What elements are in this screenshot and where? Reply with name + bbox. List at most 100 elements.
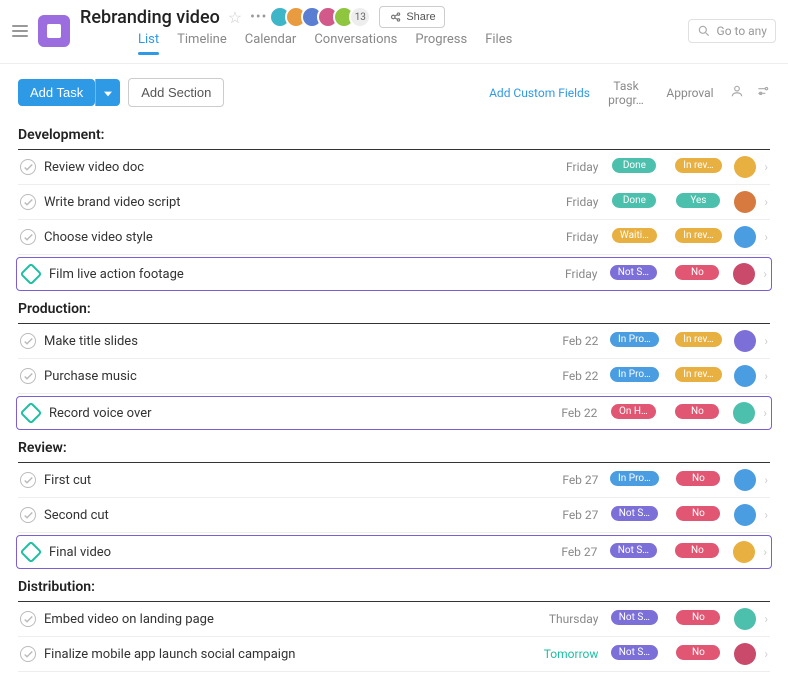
assignee-avatar[interactable]: [734, 226, 756, 248]
due-date[interactable]: Feb 27: [536, 473, 598, 487]
approval-pill[interactable]: Yes: [676, 193, 720, 208]
add-section-button[interactable]: Add Section: [128, 78, 224, 107]
assignee-avatar[interactable]: [734, 608, 756, 630]
section-title[interactable]: Distribution:: [18, 573, 770, 602]
chevron-right-icon[interactable]: ›: [763, 267, 767, 281]
chevron-right-icon[interactable]: ›: [764, 612, 768, 626]
share-button[interactable]: Share: [379, 6, 444, 28]
task-row[interactable]: Review video doc Friday Done In rev… ›: [18, 150, 770, 185]
approval-pill[interactable]: No: [675, 543, 719, 558]
progress-pill[interactable]: Waiti…: [612, 228, 657, 243]
add-custom-fields-link[interactable]: Add Custom Fields: [489, 86, 590, 100]
tab-calendar[interactable]: Calendar: [245, 28, 297, 55]
task-name[interactable]: Make title slides: [44, 334, 528, 349]
task-name[interactable]: Finalize mobile app launch social campai…: [44, 647, 528, 662]
task-name[interactable]: Film live action footage: [49, 267, 527, 282]
assignee-avatar[interactable]: [734, 191, 756, 213]
section-title[interactable]: Review:: [18, 434, 770, 463]
progress-pill[interactable]: Not S…: [611, 610, 658, 625]
progress-pill[interactable]: Not S…: [610, 543, 657, 558]
due-date[interactable]: Feb 27: [535, 545, 597, 559]
complete-checkbox[interactable]: [20, 507, 36, 523]
chevron-right-icon[interactable]: ›: [763, 406, 767, 420]
approval-pill[interactable]: No: [676, 645, 720, 660]
complete-checkbox[interactable]: [20, 159, 36, 175]
settings-icon[interactable]: [756, 84, 770, 102]
due-date[interactable]: Thursday: [536, 612, 598, 626]
approval-pill[interactable]: No: [675, 404, 719, 419]
approval-pill[interactable]: No: [675, 265, 719, 280]
approval-pill[interactable]: No: [676, 610, 720, 625]
progress-pill[interactable]: Done: [612, 193, 656, 208]
milestone-icon[interactable]: [20, 263, 43, 286]
progress-pill[interactable]: Not S…: [611, 506, 658, 521]
chevron-right-icon[interactable]: ›: [764, 473, 768, 487]
approval-pill[interactable]: In rev…: [675, 367, 721, 382]
star-icon[interactable]: ☆: [228, 8, 242, 27]
complete-checkbox[interactable]: [20, 229, 36, 245]
assignee-avatar[interactable]: [734, 504, 756, 526]
chevron-right-icon[interactable]: ›: [764, 647, 768, 661]
member-avatars[interactable]: 13: [275, 6, 371, 28]
task-name[interactable]: Record voice over: [49, 406, 527, 421]
complete-checkbox[interactable]: [20, 472, 36, 488]
project-icon[interactable]: [38, 15, 70, 47]
progress-pill[interactable]: In Pro…: [610, 471, 659, 486]
task-row[interactable]: Record voice over Feb 22 On H… No ›: [16, 396, 772, 430]
task-row[interactable]: First cutFeb 27In Pro…No›: [18, 463, 770, 498]
due-date[interactable]: Friday: [535, 267, 597, 281]
progress-pill[interactable]: Done: [612, 158, 656, 173]
add-task-button[interactable]: Add Task: [18, 79, 95, 106]
chevron-right-icon[interactable]: ›: [764, 334, 768, 348]
approval-pill[interactable]: In rev…: [675, 228, 721, 243]
progress-pill[interactable]: Not S…: [610, 265, 657, 280]
progress-pill[interactable]: On H…: [611, 404, 656, 419]
task-name[interactable]: Embed video on landing page: [44, 612, 528, 627]
task-name[interactable]: Final video: [49, 545, 527, 560]
approval-pill[interactable]: In rev…: [675, 158, 721, 173]
progress-pill[interactable]: In Pro…: [610, 332, 659, 347]
task-row[interactable]: Choose video style Friday Waiti… In rev… ›: [18, 220, 770, 255]
complete-checkbox[interactable]: [20, 646, 36, 662]
due-date[interactable]: Tomorrow: [536, 647, 598, 661]
due-date[interactable]: Feb 27: [536, 508, 598, 522]
complete-checkbox[interactable]: [20, 333, 36, 349]
assignee-avatar[interactable]: [734, 330, 756, 352]
tab-list[interactable]: List: [138, 28, 159, 55]
due-date[interactable]: Friday: [536, 230, 598, 244]
chevron-right-icon[interactable]: ›: [764, 230, 768, 244]
due-date[interactable]: Feb 22: [535, 406, 597, 420]
tab-files[interactable]: Files: [485, 28, 512, 55]
section-title[interactable]: Production:: [18, 295, 770, 324]
assignee-avatar[interactable]: [733, 402, 755, 424]
assignee-avatar[interactable]: [734, 469, 756, 491]
chevron-right-icon[interactable]: ›: [763, 545, 767, 559]
task-name[interactable]: Second cut: [44, 508, 528, 523]
task-name[interactable]: Choose video style: [44, 230, 528, 245]
column-approval[interactable]: Approval: [662, 86, 718, 100]
complete-checkbox[interactable]: [20, 194, 36, 210]
approval-pill[interactable]: In rev…: [675, 332, 721, 347]
task-row[interactable]: Film live action footage Friday Not S… No ›: [16, 257, 772, 291]
task-row[interactable]: Finalize mobile app launch social campai…: [18, 637, 770, 672]
add-task-dropdown[interactable]: [95, 79, 120, 106]
task-row[interactable]: Make title slidesFeb 22In Pro…In rev…›: [18, 324, 770, 359]
task-name[interactable]: Write brand video script: [44, 195, 528, 210]
progress-pill[interactable]: In Pro…: [610, 367, 659, 382]
complete-checkbox[interactable]: [20, 611, 36, 627]
due-date[interactable]: Friday: [536, 195, 598, 209]
tab-conversations[interactable]: Conversations: [314, 28, 397, 55]
task-row[interactable]: Purchase musicFeb 22In Pro…In rev…›: [18, 359, 770, 394]
tab-timeline[interactable]: Timeline: [177, 28, 227, 55]
due-date[interactable]: Friday: [536, 160, 598, 174]
column-progress[interactable]: Task progr…: [598, 79, 654, 107]
assignee-avatar[interactable]: [734, 156, 756, 178]
search-input[interactable]: Go to any: [688, 19, 776, 43]
approval-pill[interactable]: No: [676, 506, 720, 521]
task-name[interactable]: Review video doc: [44, 160, 528, 175]
task-row[interactable]: Write brand video scriptFridayDoneYes›: [18, 185, 770, 220]
people-icon[interactable]: [726, 84, 748, 102]
task-name[interactable]: Purchase music: [44, 369, 528, 384]
chevron-right-icon[interactable]: ›: [764, 160, 768, 174]
task-row[interactable]: Second cutFeb 27Not S…No›: [18, 498, 770, 533]
